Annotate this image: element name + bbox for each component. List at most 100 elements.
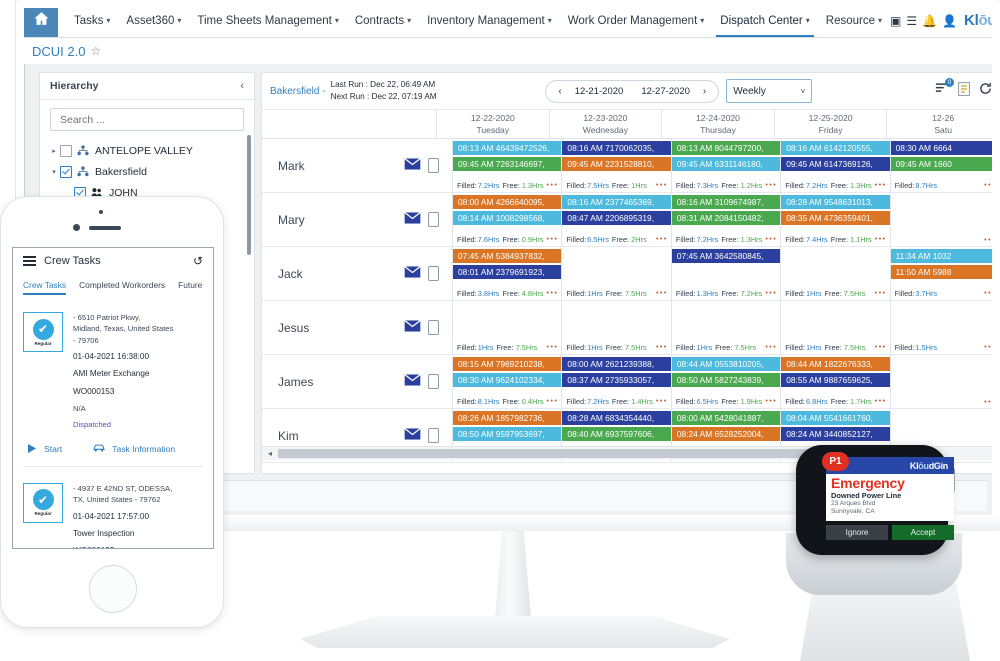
task-bar[interactable]: 08:44 AM 1822676333, [781, 357, 890, 371]
schedule-cell[interactable]: Filled: 1Hrs Free: 7.5Hrs ••• [453, 301, 563, 354]
scroll-left-arrow[interactable]: ◂ [262, 449, 278, 458]
hamburger-icon[interactable] [23, 256, 36, 266]
schedule-cell[interactable]: 08:28 AM 9548631013, 08:35 AM 4736359401,… [781, 193, 891, 246]
phone-tab-future[interactable]: Future [178, 280, 202, 290]
more-options-icon[interactable]: ••• [547, 344, 562, 351]
task-bar[interactable]: 08:16 AM 7170062035, [562, 141, 671, 155]
task-bar[interactable]: 09:45 AM 1660 [890, 157, 1000, 171]
task-bar[interactable]: 08:24 AM 3440852127, [781, 427, 890, 441]
nav-item-work-order-management[interactable]: Work Order Management ▾ [560, 4, 713, 37]
nav-item-dispatch-center[interactable]: Dispatch Center ▾ [712, 4, 817, 37]
user-icon[interactable]: 👤 [942, 14, 957, 28]
task-bar[interactable]: 08:00 AM 2621239388, [562, 357, 671, 371]
schedule-cell[interactable]: 08:13 AM 46439472526, 09:45 AM 7263146697… [453, 139, 563, 192]
nav-item-contracts[interactable]: Contracts ▾ [347, 4, 419, 37]
more-options-icon[interactable]: ••• [547, 290, 562, 297]
schedule-cell[interactable]: 08:16 AM 2377465369, 08:47 AM 2206895319,… [562, 193, 672, 246]
task-bar[interactable]: 09:45 AM 6331146180, [671, 157, 781, 171]
schedule-cell[interactable]: Filled: 1.5Hrs ••• [891, 301, 1000, 354]
schedule-cell[interactable]: 08:16 AM 6142120555, 09:45 AM 6147369126,… [781, 139, 891, 192]
task-bar[interactable]: 08:30 AM 6664 [890, 141, 1000, 155]
task-bar[interactable]: 08:31 AM 2084150482, [671, 211, 781, 225]
search-input[interactable] [58, 112, 236, 127]
hierarchy-search-box[interactable] [50, 108, 244, 131]
schedule-cell[interactable]: 08:44 AM 0553810205, 08:50 AM 5827243839,… [671, 355, 782, 408]
schedule-cell[interactable]: Filled: 1Hrs Free: 7.5Hrs ••• [672, 301, 782, 354]
screen-icon[interactable]: ▣ [890, 14, 901, 28]
task-bar[interactable]: 08:01 AM 2379691923, [453, 265, 562, 279]
refresh-icon[interactable] [979, 82, 992, 100]
task-bar[interactable]: 08:50 AM 5827243839, [671, 373, 781, 387]
start-task-button[interactable]: Start [27, 443, 62, 456]
task-bar[interactable]: 09:45 AM 6147369126, [781, 157, 890, 171]
mail-icon[interactable] [404, 373, 421, 391]
task-bar[interactable]: 09:45 AM 7263146697, [453, 157, 562, 171]
task-bar[interactable]: 07:45 AM 3642580845, [671, 249, 781, 263]
more-options-icon[interactable]: ••• [656, 182, 671, 189]
hierarchy-scrollbar[interactable] [247, 135, 251, 255]
more-options-icon[interactable]: ••• [875, 398, 890, 405]
task-bar[interactable]: 08:47 AM 2206895319, [562, 211, 671, 225]
more-options-icon[interactable]: ••• [984, 237, 999, 244]
task-bar[interactable]: 08:37 AM 2735933057, [562, 373, 671, 387]
more-options-icon[interactable]: ••• [875, 344, 890, 351]
more-options-icon[interactable]: ••• [984, 290, 999, 297]
more-options-icon[interactable]: ••• [656, 398, 671, 405]
collapse-panel-icon[interactable]: ‹ [240, 80, 244, 92]
more-options-icon[interactable]: ••• [875, 290, 890, 297]
more-options-icon[interactable]: ••• [984, 182, 999, 189]
task-bar[interactable]: 07:45 AM 5384937832, [453, 249, 562, 263]
task-bar[interactable]: 08:16 AM 2377465369, [562, 195, 671, 209]
schedule-cell[interactable]: 07:45 AM 3642580845, Filled: 1.3Hrs Free: 7.… [671, 247, 782, 300]
expand-arrow-icon[interactable]: ▾ [48, 168, 60, 176]
nav-item-tasks[interactable]: Tasks ▾ [66, 4, 118, 37]
more-options-icon[interactable]: ••• [875, 236, 890, 243]
task-bar[interactable]: 08:24 AM 6528252004, [671, 427, 781, 441]
tree-node-checkbox[interactable] [60, 144, 72, 157]
phone-tab-crew-tasks[interactable]: Crew Tasks [23, 280, 67, 295]
task-bar[interactable]: 08:35 AM 4736359401, [781, 211, 890, 225]
task-bar[interactable]: 08:00 AM 4266640095, [453, 195, 562, 209]
task-bar[interactable]: 08:14 AM 1008298568, [453, 211, 562, 225]
expand-arrow-icon[interactable]: ▸ [48, 147, 60, 155]
mail-icon[interactable] [404, 157, 421, 175]
tree-node-antelope-valley[interactable]: ▸ ANTELOPE VALLEY [48, 140, 254, 161]
mail-icon[interactable] [404, 211, 421, 229]
ignore-button[interactable]: Ignore [826, 525, 888, 541]
more-options-icon[interactable]: ••• [656, 344, 671, 351]
schedule-cell[interactable]: 07:45 AM 5384937832, 08:01 AM 2379691923,… [453, 247, 563, 300]
accept-button[interactable]: Accept [892, 525, 954, 541]
mobile-device-icon[interactable] [428, 374, 439, 389]
task-bar[interactable]: 08:00 AM 5428041887, [671, 411, 781, 425]
tree-node-bakersfield[interactable]: ▾ Bakersfield [48, 161, 254, 182]
more-options-icon[interactable]: ••• [547, 182, 562, 189]
schedule-cell[interactable]: ••• [891, 355, 1000, 408]
more-options-icon[interactable]: ••• [547, 398, 562, 405]
filter-icon[interactable]: 0 [935, 78, 954, 100]
date-from[interactable]: 12-21-2020 [566, 86, 633, 97]
nav-item-time-sheets-management[interactable]: Time Sheets Management ▾ [189, 4, 346, 37]
task-bar[interactable]: 08:50 AM 9597953697, [453, 427, 562, 441]
phone-refresh-icon[interactable]: ↺ [193, 254, 203, 268]
more-options-icon[interactable]: ••• [765, 398, 780, 405]
task-bar[interactable]: 08:16 AM 6142120555, [781, 141, 890, 155]
task-bar[interactable]: 08:55 AM 9887659625, [781, 373, 890, 387]
nav-item-inventory-management[interactable]: Inventory Management ▾ [419, 4, 560, 37]
phone-tab-completed-workorders[interactable]: Completed Workorders [79, 280, 165, 290]
schedule-cell[interactable]: Filled: 1Hrs Free: 7.5Hrs ••• [562, 247, 672, 300]
mail-icon[interactable] [404, 265, 421, 283]
phone-task-card[interactable]: ✔ Regular - 4937 E 42ND ST, ODESSA, TX, Uni… [13, 467, 213, 548]
more-options-icon[interactable]: ••• [984, 344, 999, 351]
task-bar[interactable]: 09:45 AM 2231528810, [562, 157, 671, 171]
schedule-cell[interactable]: 08:13 AM 8044797200, 09:45 AM 6331146180,… [671, 139, 782, 192]
schedule-cell[interactable]: 08:16 AM 3109674987, 08:31 AM 2084150482,… [671, 193, 782, 246]
previous-period-icon[interactable]: ‹ [554, 86, 565, 97]
schedule-cell[interactable]: 08:16 AM 7170062035, 09:45 AM 2231528810,… [562, 139, 672, 192]
task-bar[interactable]: 08:15 AM 7969210238, [453, 357, 562, 371]
schedule-cell[interactable]: 11:34 AM 1032 11:50 AM 5988 Filled: 3.7Hrs •… [890, 247, 1000, 300]
phone-home-button[interactable] [89, 565, 137, 613]
tree-node-checkbox[interactable] [60, 165, 72, 178]
task-bar[interactable]: 08:28 AM 6834354440, [562, 411, 671, 425]
favorite-star-icon[interactable]: ☆ [90, 44, 101, 58]
task-bar[interactable]: 11:34 AM 1032 [890, 249, 1000, 263]
